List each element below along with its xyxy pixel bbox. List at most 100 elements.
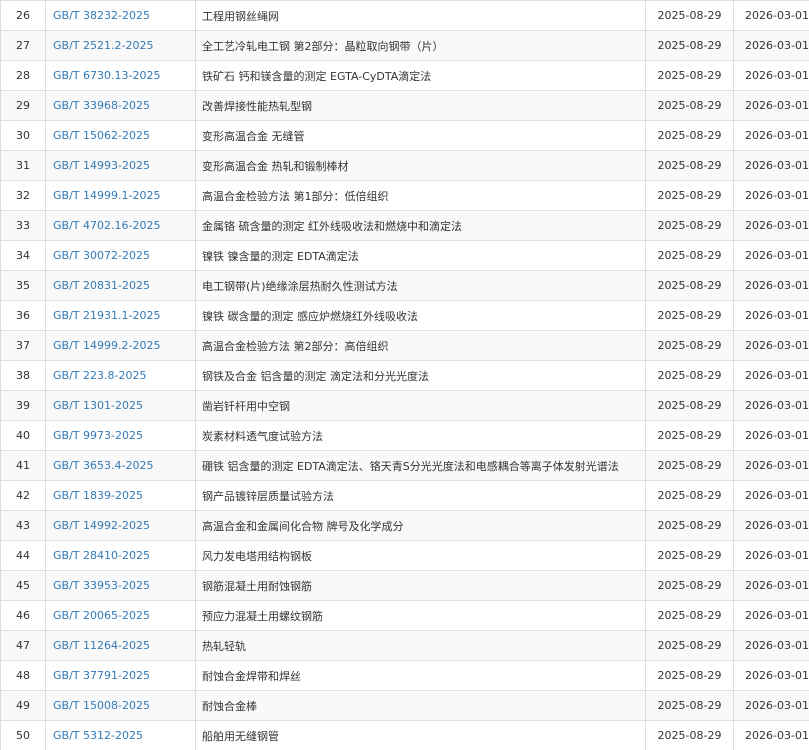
standard-code-link[interactable]: GB/T 33968-2025 [53, 99, 150, 112]
effective-date: 2026-03-01 [734, 151, 809, 181]
row-number: 35 [1, 271, 46, 301]
standards-table-body: 26GB/T 38232-2025工程用钢丝绳网2025-08-292026-0… [1, 1, 809, 750]
table-row: 33GB/T 4702.16-2025金属铬 硫含量的测定 红外线吸收法和燃烧中… [1, 211, 809, 241]
effective-date: 2026-03-01 [734, 31, 809, 61]
standard-code-link[interactable]: GB/T 30072-2025 [53, 249, 150, 262]
row-number: 26 [1, 1, 46, 31]
table-row: 39GB/T 1301-2025凿岩钎杆用中空钢2025-08-292026-0… [1, 391, 809, 421]
standard-code-cell: GB/T 21931.1-2025 [46, 301, 196, 331]
effective-date: 2026-03-01 [734, 421, 809, 451]
standard-code-link[interactable]: GB/T 14992-2025 [53, 519, 150, 532]
standard-name: 耐蚀合金棒 [196, 691, 646, 721]
publish-date: 2025-08-29 [646, 151, 734, 181]
publish-date: 2025-08-29 [646, 91, 734, 121]
row-number: 36 [1, 301, 46, 331]
standard-code-cell: GB/T 3653.4-2025 [46, 451, 196, 481]
table-row: 47GB/T 11264-2025热轧轻轨2025-08-292026-03-0… [1, 631, 809, 661]
row-number: 28 [1, 61, 46, 91]
row-number: 48 [1, 661, 46, 691]
effective-date: 2026-03-01 [734, 271, 809, 301]
table-row: 44GB/T 28410-2025风力发电塔用结构钢板2025-08-29202… [1, 541, 809, 571]
table-row: 48GB/T 37791-2025耐蚀合金焊带和焊丝2025-08-292026… [1, 661, 809, 691]
standard-code-link[interactable]: GB/T 37791-2025 [53, 669, 150, 682]
standard-name: 钢铁及合金 铝含量的测定 滴定法和分光光度法 [196, 361, 646, 391]
effective-date: 2026-03-01 [734, 1, 809, 31]
standard-code-cell: GB/T 14992-2025 [46, 511, 196, 541]
publish-date: 2025-08-29 [646, 661, 734, 691]
standard-name: 硼铁 铝含量的测定 EDTA滴定法、铬天青S分光光度法和电感耦合等离子体发射光谱… [196, 451, 646, 481]
standard-name: 工程用钢丝绳网 [196, 1, 646, 31]
table-row: 36GB/T 21931.1-2025镍铁 碳含量的测定 感应炉燃烧红外线吸收法… [1, 301, 809, 331]
standard-code-link[interactable]: GB/T 1301-2025 [53, 399, 143, 412]
standard-code-link[interactable]: GB/T 4702.16-2025 [53, 219, 160, 232]
standard-code-cell: GB/T 15062-2025 [46, 121, 196, 151]
standard-code-cell: GB/T 14993-2025 [46, 151, 196, 181]
standard-name: 变形高温合金 热轧和锻制棒材 [196, 151, 646, 181]
effective-date: 2026-03-01 [734, 541, 809, 571]
standard-name: 改善焊接性能热轧型钢 [196, 91, 646, 121]
standard-code-cell: GB/T 20831-2025 [46, 271, 196, 301]
effective-date: 2026-03-01 [734, 511, 809, 541]
standard-code-link[interactable]: GB/T 9973-2025 [53, 429, 143, 442]
effective-date: 2026-03-01 [734, 301, 809, 331]
publish-date: 2025-08-29 [646, 301, 734, 331]
standard-code-link[interactable]: GB/T 223.8-2025 [53, 369, 146, 382]
standard-code-link[interactable]: GB/T 3653.4-2025 [53, 459, 153, 472]
standard-code-link[interactable]: GB/T 14993-2025 [53, 159, 150, 172]
effective-date: 2026-03-01 [734, 331, 809, 361]
publish-date: 2025-08-29 [646, 601, 734, 631]
standard-code-cell: GB/T 11264-2025 [46, 631, 196, 661]
standard-code-cell: GB/T 33968-2025 [46, 91, 196, 121]
standard-code-cell: GB/T 14999.2-2025 [46, 331, 196, 361]
row-number: 34 [1, 241, 46, 271]
effective-date: 2026-03-01 [734, 631, 809, 661]
publish-date: 2025-08-29 [646, 691, 734, 721]
table-row: 49GB/T 15008-2025耐蚀合金棒2025-08-292026-03-… [1, 691, 809, 721]
publish-date: 2025-08-29 [646, 451, 734, 481]
table-row: 40GB/T 9973-2025炭素材料透气度试验方法2025-08-29202… [1, 421, 809, 451]
row-number: 38 [1, 361, 46, 391]
table-row: 38GB/T 223.8-2025钢铁及合金 铝含量的测定 滴定法和分光光度法2… [1, 361, 809, 391]
publish-date: 2025-08-29 [646, 421, 734, 451]
standard-name: 风力发电塔用结构钢板 [196, 541, 646, 571]
table-row: 46GB/T 20065-2025预应力混凝土用螺纹钢筋2025-08-2920… [1, 601, 809, 631]
publish-date: 2025-08-29 [646, 31, 734, 61]
standard-code-link[interactable]: GB/T 28410-2025 [53, 549, 150, 562]
standard-code-link[interactable]: GB/T 15008-2025 [53, 699, 150, 712]
standard-name: 高温合金和金属间化合物 牌号及化学成分 [196, 511, 646, 541]
standard-code-link[interactable]: GB/T 33953-2025 [53, 579, 150, 592]
standard-code-cell: GB/T 1301-2025 [46, 391, 196, 421]
row-number: 30 [1, 121, 46, 151]
standard-code-link[interactable]: GB/T 38232-2025 [53, 9, 150, 22]
row-number: 49 [1, 691, 46, 721]
standard-code-link[interactable]: GB/T 14999.2-2025 [53, 339, 160, 352]
row-number: 32 [1, 181, 46, 211]
effective-date: 2026-03-01 [734, 361, 809, 391]
effective-date: 2026-03-01 [734, 481, 809, 511]
standard-code-cell: GB/T 15008-2025 [46, 691, 196, 721]
standard-code-link[interactable]: GB/T 15062-2025 [53, 129, 150, 142]
table-row: 35GB/T 20831-2025电工钢带(片)绝缘涂层热耐久性测试方法2025… [1, 271, 809, 301]
row-number: 41 [1, 451, 46, 481]
effective-date: 2026-03-01 [734, 451, 809, 481]
standard-code-link[interactable]: GB/T 5312-2025 [53, 729, 143, 742]
standard-code-cell: GB/T 33953-2025 [46, 571, 196, 601]
standard-code-link[interactable]: GB/T 1839-2025 [53, 489, 143, 502]
standard-code-link[interactable]: GB/T 20831-2025 [53, 279, 150, 292]
standards-table: 26GB/T 38232-2025工程用钢丝绳网2025-08-292026-0… [0, 0, 809, 750]
standard-code-link[interactable]: GB/T 6730.13-2025 [53, 69, 160, 82]
table-row: 43GB/T 14992-2025高温合金和金属间化合物 牌号及化学成分2025… [1, 511, 809, 541]
standard-code-link[interactable]: GB/T 2521.2-2025 [53, 39, 153, 52]
standard-code-link[interactable]: GB/T 20065-2025 [53, 609, 150, 622]
standard-code-link[interactable]: GB/T 11264-2025 [53, 639, 150, 652]
publish-date: 2025-08-29 [646, 391, 734, 421]
standard-code-link[interactable]: GB/T 21931.1-2025 [53, 309, 160, 322]
standard-code-link[interactable]: GB/T 14999.1-2025 [53, 189, 160, 202]
standard-name: 铁矿石 钙和镁含量的测定 EGTA-CyDTA滴定法 [196, 61, 646, 91]
publish-date: 2025-08-29 [646, 541, 734, 571]
publish-date: 2025-08-29 [646, 361, 734, 391]
standard-code-cell: GB/T 28410-2025 [46, 541, 196, 571]
table-row: 30GB/T 15062-2025变形高温合金 无缝管2025-08-29202… [1, 121, 809, 151]
publish-date: 2025-08-29 [646, 571, 734, 601]
standard-name: 镍铁 镍含量的测定 EDTA滴定法 [196, 241, 646, 271]
